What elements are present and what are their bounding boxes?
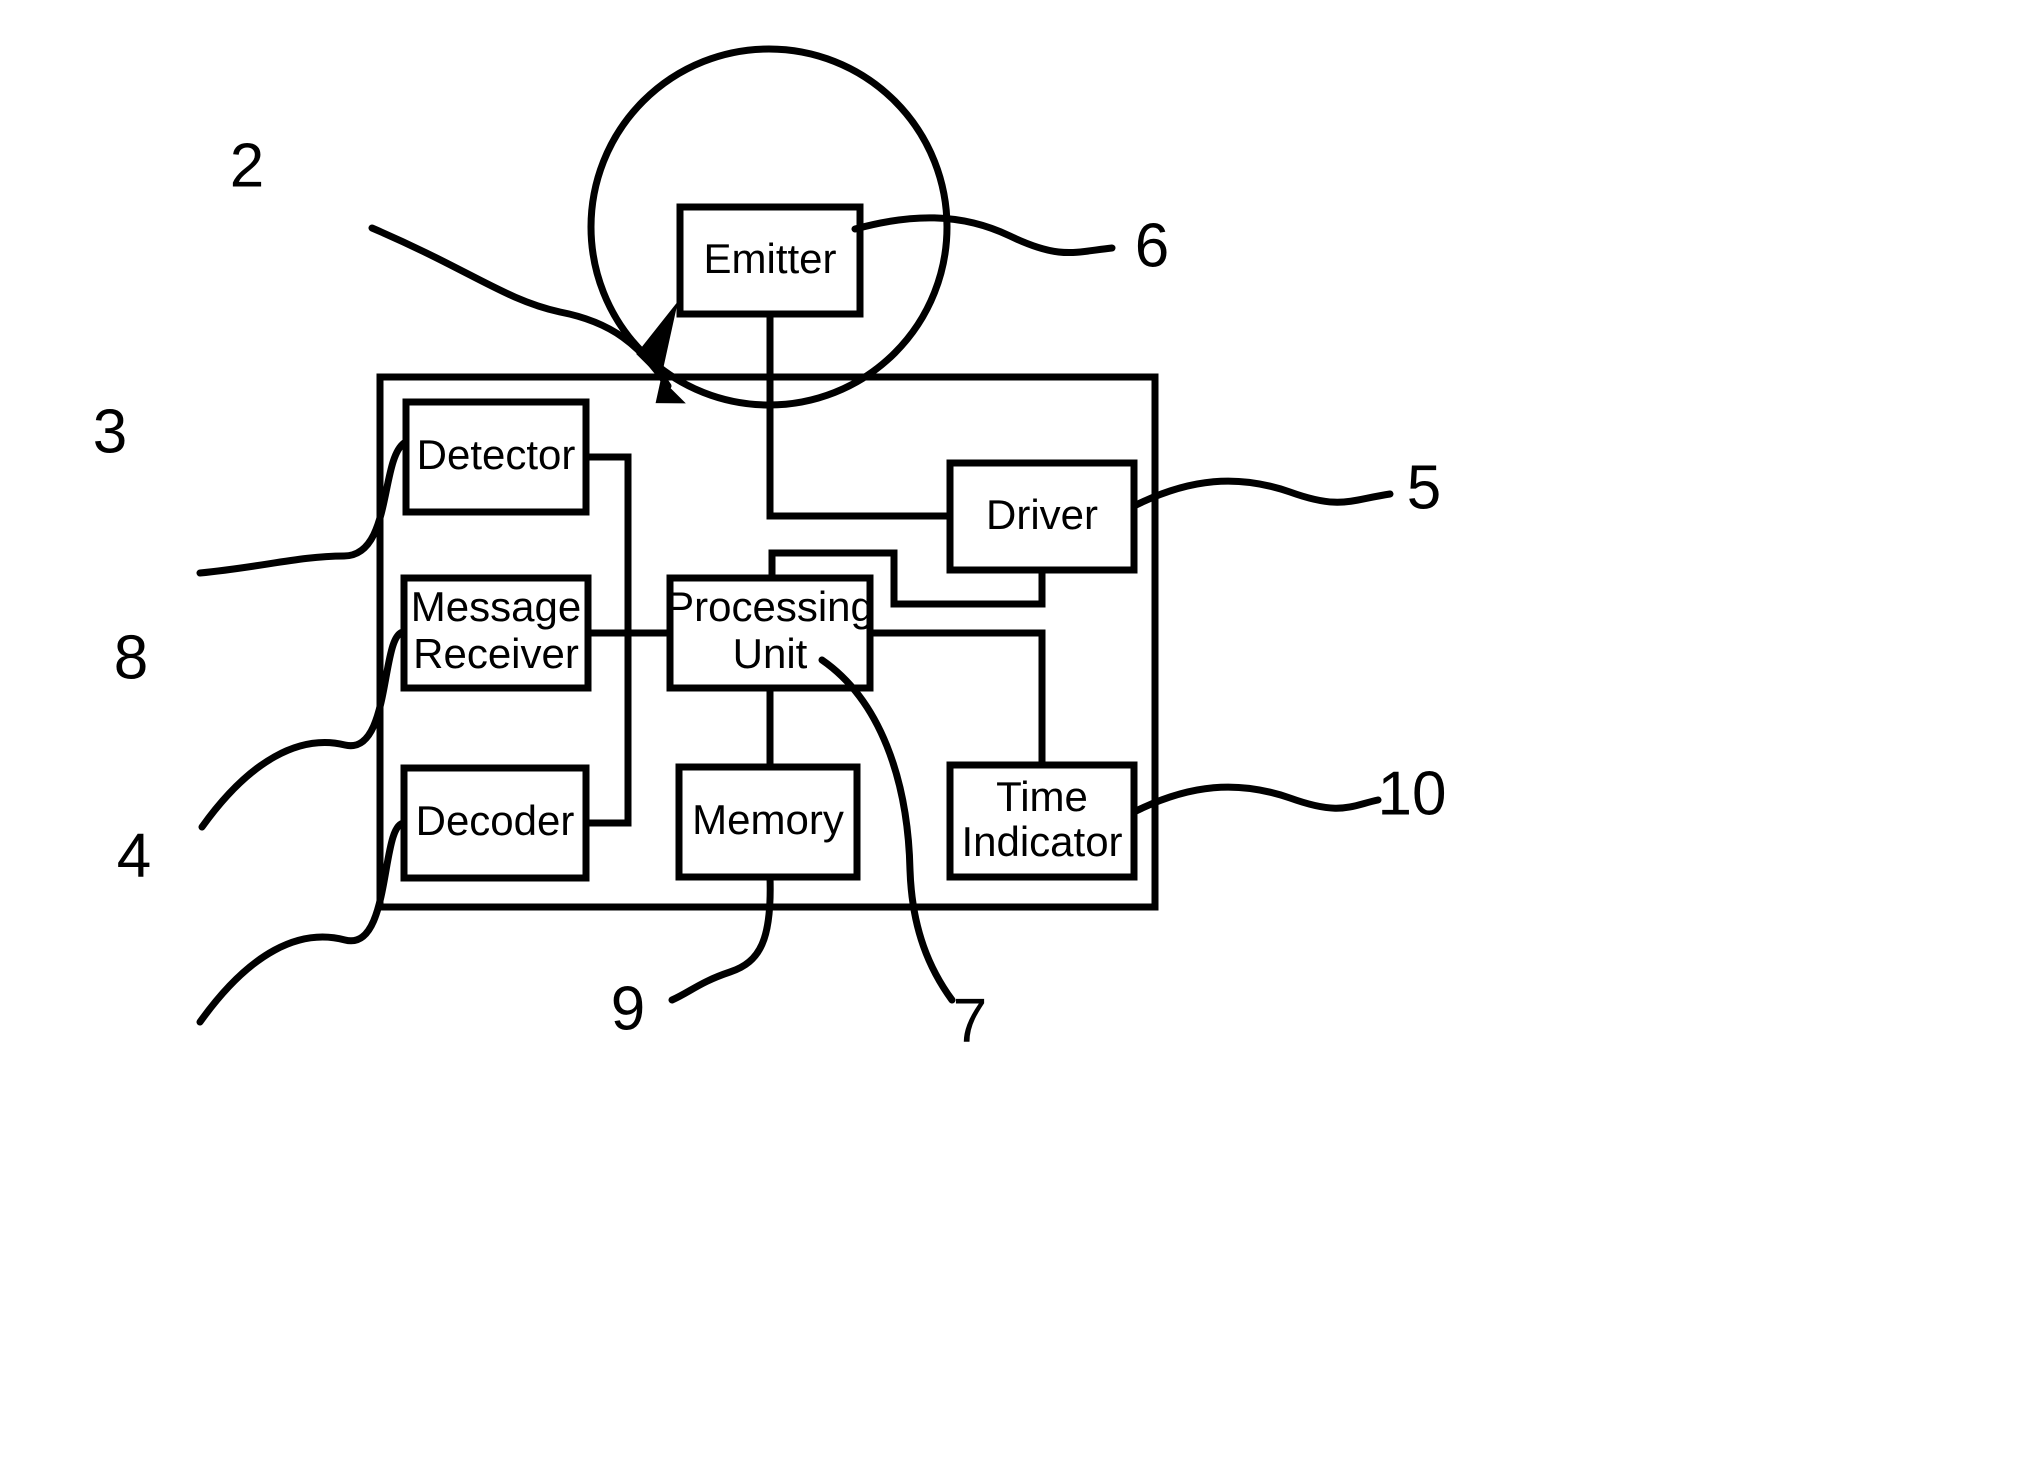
- leader-line-2: [368, 224, 672, 390]
- block-decoder[interactable]: Decoder: [400, 764, 590, 882]
- wire-emitter-driver: [766, 314, 950, 520]
- block-time-indicator-label-line1: Time: [996, 773, 1088, 820]
- leader-8: [198, 628, 408, 831]
- leader-10: [1130, 783, 1382, 816]
- ref-number-6: 6: [1135, 211, 1169, 280]
- leader-3: [196, 439, 408, 577]
- block-time-indicator[interactable]: Time Indicator: [946, 761, 1138, 881]
- block-emitter-label: Emitter: [703, 235, 836, 282]
- block-diagram-canvas: Emitter Detector Message Receiver Decode…: [93, 45, 1447, 1055]
- wire-processing-time-indicator: [870, 629, 1046, 765]
- ref-number-2: 2: [230, 131, 264, 200]
- ref-number-9: 9: [611, 974, 645, 1043]
- patent-figure: Emitter Detector Message Receiver Decode…: [0, 0, 2032, 1482]
- leader-6: [851, 214, 1116, 257]
- block-processing-unit[interactable]: Processing Unit: [666, 574, 874, 692]
- leader-4: [196, 819, 408, 1026]
- block-driver[interactable]: Driver: [946, 459, 1138, 574]
- block-driver-label: Driver: [986, 491, 1098, 538]
- ref-number-4: 4: [117, 821, 151, 890]
- block-detector[interactable]: Detector: [402, 398, 590, 516]
- block-processing-unit-label-line1: Processing: [666, 583, 874, 630]
- block-detector-label: Detector: [417, 431, 576, 478]
- ref-number-8: 8: [114, 623, 148, 692]
- leader-5: [1130, 477, 1394, 510]
- block-decoder-label: Decoder: [416, 797, 575, 844]
- block-memory-label: Memory: [692, 796, 844, 843]
- block-message-receiver[interactable]: Message Receiver: [400, 574, 592, 692]
- block-message-receiver-label-line2: Receiver: [413, 630, 579, 677]
- wire-detector-decoder-bus: [586, 453, 632, 827]
- ref-number-7: 7: [953, 986, 987, 1055]
- ref-number-5: 5: [1407, 453, 1441, 522]
- block-emitter[interactable]: Emitter: [676, 203, 864, 318]
- block-message-receiver-label-line1: Message: [411, 583, 581, 630]
- leader-9: [668, 873, 774, 1004]
- ref-number-10: 10: [1378, 759, 1447, 828]
- block-processing-unit-label-line2: Unit: [733, 630, 808, 677]
- block-time-indicator-label-line2: Indicator: [961, 818, 1122, 865]
- block-memory[interactable]: Memory: [675, 763, 861, 881]
- ref-number-3: 3: [93, 397, 127, 466]
